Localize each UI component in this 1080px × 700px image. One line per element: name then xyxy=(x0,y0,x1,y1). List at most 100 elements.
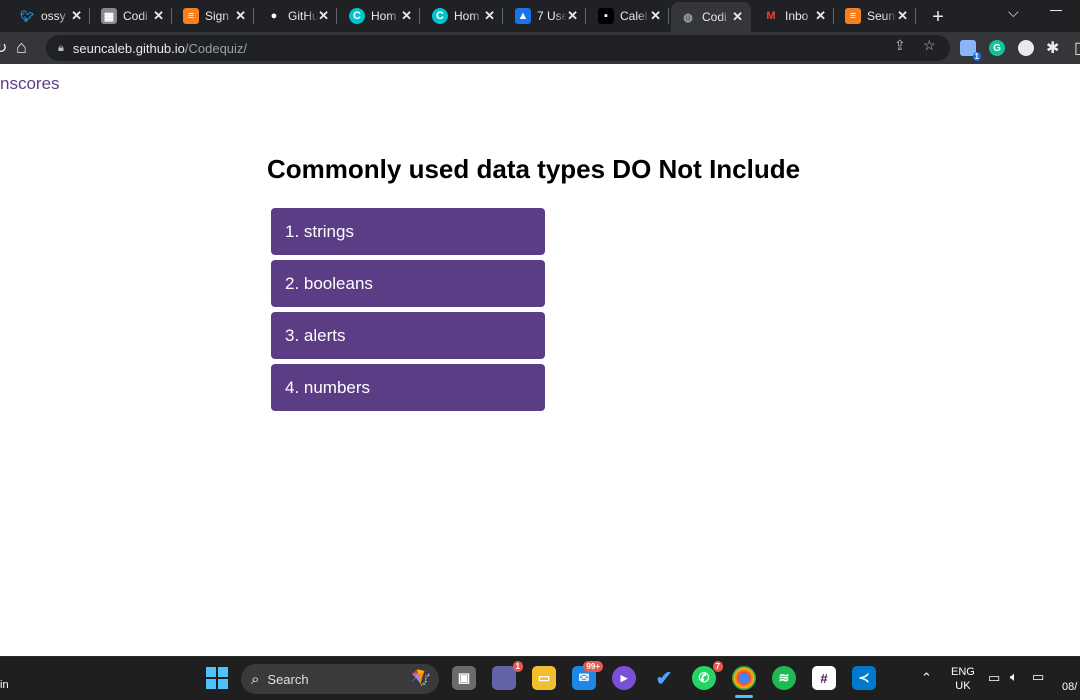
tab-separator xyxy=(419,8,420,24)
taskbar-left-text: in xyxy=(0,679,9,691)
network-icon[interactable]: ▭ xyxy=(988,670,1000,686)
language-line2: UK xyxy=(955,680,971,692)
mail-badge: 99+ xyxy=(583,661,603,672)
new-tab-button[interactable]: + xyxy=(928,6,948,29)
vscode-icon[interactable]: ≺ xyxy=(852,666,876,690)
browser-tab[interactable]: C Hom ✕ xyxy=(340,4,420,28)
teams-icon[interactable]: 1 xyxy=(492,661,523,690)
whatsapp-icon[interactable]: ✆ 7 xyxy=(692,661,723,690)
answer-choice-2[interactable]: 2. booleans xyxy=(271,260,545,307)
slack-icon[interactable]: # xyxy=(812,666,836,690)
active-app-indicator xyxy=(735,695,753,698)
tab-separator xyxy=(171,8,172,24)
arrow-up-icon: ▲ xyxy=(515,8,531,24)
tab-title: Seun xyxy=(867,9,896,23)
home-icon[interactable]: ⌂ xyxy=(16,37,27,58)
github-icon: ● xyxy=(270,10,278,22)
answer-choice-3[interactable]: 3. alerts xyxy=(271,312,545,359)
tab-separator xyxy=(89,8,90,24)
browser-tab[interactable]: ▪ Calel ✕ xyxy=(589,4,669,28)
tab-separator xyxy=(833,8,834,24)
battery-icon[interactable]: ▭ xyxy=(1032,669,1044,685)
browser-tab[interactable]: ▦ Codi ✕ xyxy=(92,4,172,28)
tab-separator xyxy=(668,8,669,24)
browser-tab[interactable]: ◍ Codi ✕ xyxy=(671,2,751,32)
file-explorer-icon[interactable]: ▭ xyxy=(532,666,556,690)
close-tab-icon[interactable]: ✕ xyxy=(153,8,164,24)
close-tab-icon[interactable]: ✕ xyxy=(897,8,908,24)
browser-tab[interactable]: C Hom ✕ xyxy=(423,4,503,28)
browser-tab[interactable]: M Inbo ✕ xyxy=(754,4,834,28)
clock[interactable]: 08/ xyxy=(1062,681,1077,693)
todo-check-icon[interactable]: ✔ xyxy=(652,666,676,690)
extension-icon[interactable]: 1 xyxy=(960,40,981,61)
tab-separator xyxy=(915,8,916,24)
grammarly-label: G xyxy=(993,42,1001,54)
browser-tab[interactable]: 🐦︎ ossy ✕ xyxy=(10,4,90,28)
tab-title: Codi xyxy=(123,9,148,23)
reload-icon[interactable]: ↻ xyxy=(0,38,7,58)
address-bar[interactable]: 🔒︎ seuncaleb.github.io/Codequiz/ xyxy=(46,35,950,61)
tab-separator xyxy=(585,8,586,24)
close-tab-icon[interactable]: ✕ xyxy=(71,8,82,24)
close-tab-icon[interactable]: ✕ xyxy=(732,9,743,25)
extension-badge: 1 xyxy=(972,52,981,61)
grammarly-icon[interactable]: G xyxy=(989,40,1005,56)
browser-tab[interactable]: ● GitHu ✕ xyxy=(257,4,337,28)
language-line1: ENG xyxy=(951,666,975,678)
search-icon: ⌕ xyxy=(251,670,260,688)
tab-title: 7 Use xyxy=(537,9,567,23)
gmail-icon: M xyxy=(766,10,776,22)
browser-tab[interactable]: ≡ Seun ✕ xyxy=(836,4,916,28)
language-indicator[interactable]: ENG UK xyxy=(951,665,975,693)
browser-tab[interactable]: ▲ 7 Use ✕ xyxy=(506,4,586,28)
mail-icon[interactable]: ✉ 99+ xyxy=(572,661,603,690)
search-highlight-icon: 🪁 xyxy=(411,670,431,687)
canva-icon: C xyxy=(349,8,365,24)
chrome-icon[interactable] xyxy=(732,666,756,690)
circle-extension-icon[interactable] xyxy=(1018,40,1034,56)
tab-separator xyxy=(336,8,337,24)
close-tab-icon[interactable]: ✕ xyxy=(401,8,412,24)
share-icon[interactable]: ⇪ xyxy=(894,37,906,54)
view-highscores-link[interactable]: nscores xyxy=(0,74,60,94)
close-tab-icon[interactable]: ✕ xyxy=(815,8,826,24)
close-tab-icon[interactable]: ✕ xyxy=(235,8,246,24)
canva-icon: C xyxy=(432,8,448,24)
close-tab-icon[interactable]: ✕ xyxy=(484,8,495,24)
puzzle-extensions-icon[interactable]: ✱ xyxy=(1046,38,1059,58)
tab-separator xyxy=(502,8,503,24)
windows-start-icon[interactable] xyxy=(206,667,228,689)
minimize-button[interactable] xyxy=(1050,10,1062,11)
close-tab-icon[interactable]: ✕ xyxy=(567,8,578,24)
tab-title: Calel xyxy=(620,9,648,23)
browser-toolbar: ↻ ⌂ 🔒︎ seuncaleb.github.io/Codequiz/ ⇪ ☆… xyxy=(0,32,1080,64)
github-pages-icon: ▦ xyxy=(101,8,117,24)
close-tab-icon[interactable]: ✕ xyxy=(318,8,329,24)
tab-separator xyxy=(253,8,254,24)
stackoverflow-icon: ≡ xyxy=(183,8,199,24)
answer-choice-4[interactable]: 4. numbers xyxy=(271,364,545,411)
answer-choice-1[interactable]: 1. strings xyxy=(271,208,545,255)
volume-icon[interactable]: 🔈︎ xyxy=(1010,669,1018,685)
windows-taskbar: in ⌕ Search 🪁 ▣ 1 ▭ ✉ 99+ ▸ ✔ ✆ 7 ≋ # ≺ … xyxy=(0,656,1080,700)
tab-search-chevron-icon[interactable]: ⌵ xyxy=(1008,4,1019,21)
side-panel-icon[interactable]: ▯ xyxy=(1074,38,1080,58)
tab-title: ossy xyxy=(41,9,66,23)
close-tab-icon[interactable]: ✕ xyxy=(650,8,661,24)
teams-badge: 1 xyxy=(512,661,523,672)
tab-title: Hom xyxy=(371,9,397,23)
stackoverflow-icon: ≡ xyxy=(845,8,861,24)
browser-tab[interactable]: ≡ Sign ✕ xyxy=(174,4,254,28)
calendar-icon: ▪ xyxy=(598,8,614,24)
tab-strip: 🐦︎ ossy ✕ ▦ Codi ✕ ≡ Sign ✕ ● GitHu ✕ C Hom ✕ C Hom ✕ ▲ 7 U… xyxy=(0,0,1080,32)
task-view-icon[interactable]: ▣ xyxy=(452,666,476,690)
bookmark-star-icon[interactable]: ☆ xyxy=(923,37,936,54)
tray-overflow-chevron-icon[interactable]: ⌃ xyxy=(921,670,932,686)
spotify-icon[interactable]: ≋ xyxy=(772,666,796,690)
tab-title: Sign xyxy=(205,9,230,23)
globe-icon: ◍ xyxy=(683,11,693,24)
taskbar-search[interactable]: ⌕ Search 🪁 xyxy=(241,664,439,694)
copilot-icon[interactable]: ▸ xyxy=(612,666,636,690)
lock-icon: 🔒︎ xyxy=(58,41,64,54)
